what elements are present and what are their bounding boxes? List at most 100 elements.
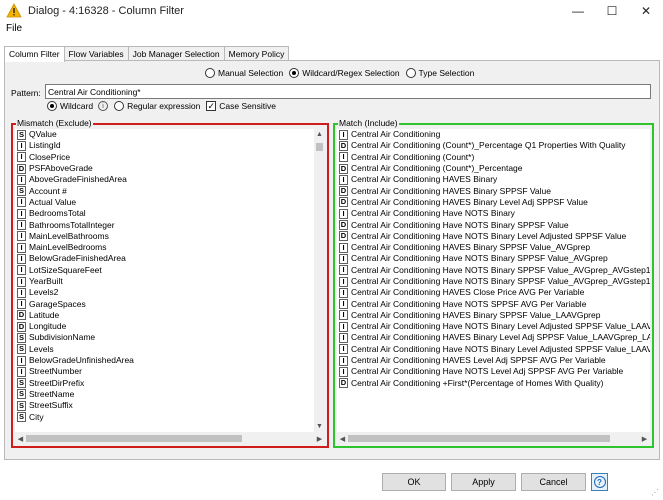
column-type-icon: D xyxy=(17,163,26,174)
exclude-vertical-scrollbar[interactable]: ▲ ▼ xyxy=(314,129,325,432)
list-item[interactable]: I Central Air Conditioning HAVES Close Pr… xyxy=(337,287,650,298)
ok-button[interactable]: OK xyxy=(382,473,446,491)
list-item[interactable]: D Central Air Conditioning Have NOTS Bina… xyxy=(337,231,650,242)
list-item[interactable]: I Central Air Conditioning HAVES Binary S… xyxy=(337,310,650,321)
list-item[interactable]: I MainLevelBathrooms xyxy=(15,231,314,242)
scroll-left-icon[interactable]: ◀ xyxy=(337,433,348,444)
list-item[interactable]: I BelowGradeFinishedArea xyxy=(15,253,314,264)
list-item[interactable]: I Levels2 xyxy=(15,287,314,298)
column-name: StreetNumber xyxy=(29,366,82,377)
manual-selection-radio[interactable]: Manual Selection xyxy=(205,68,283,78)
column-type-icon: I xyxy=(17,231,26,242)
scroll-right-icon[interactable]: ▶ xyxy=(639,433,650,444)
list-item[interactable]: I AboveGradeFinishedArea xyxy=(15,174,314,185)
minimize-button[interactable]: — xyxy=(561,0,595,22)
tab-job-manager-selection[interactable]: Job Manager Selection xyxy=(127,46,225,61)
list-item[interactable]: I Central Air Conditioning HAVES Level Ad… xyxy=(337,355,650,366)
list-item[interactable]: D PSFAboveGrade xyxy=(15,163,314,174)
list-item[interactable]: I GarageSpaces xyxy=(15,298,314,310)
list-item[interactable]: I Central Air Conditioning Have NOTS Bina… xyxy=(337,208,650,219)
list-item[interactable]: I Central Air Conditioning Have NOTS Bina… xyxy=(337,265,650,276)
list-item[interactable]: I Central Air Conditioning Have NOTS Bina… xyxy=(337,321,650,332)
column-type-icon: I xyxy=(17,152,26,163)
list-item[interactable]: S SubdivisionName xyxy=(15,332,314,343)
list-item[interactable]: I Central Air Conditioning Have NOTS SPPS… xyxy=(337,298,650,310)
column-type-icon: S xyxy=(17,129,26,140)
list-item[interactable]: I YearBuilt xyxy=(15,276,314,287)
list-item[interactable]: I Central Air Conditioning HAVES Binary xyxy=(337,174,650,185)
list-item[interactable]: I Actual Value xyxy=(15,197,314,208)
scroll-up-icon[interactable]: ▲ xyxy=(314,129,325,140)
scroll-thumb[interactable] xyxy=(348,435,610,442)
exclude-horizontal-scrollbar[interactable]: ◀ ▶ xyxy=(15,433,325,444)
list-item[interactable]: S City xyxy=(15,411,314,423)
list-item[interactable]: S StreetSuffix xyxy=(15,400,314,411)
column-type-icon: I xyxy=(339,299,348,310)
scroll-left-icon[interactable]: ◀ xyxy=(15,433,26,444)
list-item[interactable]: D Central Air Conditioning HAVES Binary L… xyxy=(337,197,650,208)
apply-button[interactable]: Apply xyxy=(451,473,516,491)
list-item[interactable]: I Central Air Conditioning Have NOTS Bina… xyxy=(337,253,650,264)
scroll-thumb[interactable] xyxy=(26,435,242,442)
list-item[interactable]: I ListingId xyxy=(15,140,314,151)
pattern-input[interactable] xyxy=(45,84,651,99)
wildcard-radio[interactable]: Wildcard i xyxy=(47,101,109,111)
list-item[interactable]: S QValue xyxy=(15,129,314,140)
list-item[interactable]: D Longitude xyxy=(15,321,314,332)
column-type-icon: S xyxy=(17,332,26,343)
list-item[interactable]: I BedroomsTotal xyxy=(15,208,314,219)
close-button[interactable]: ✕ xyxy=(629,0,663,22)
list-item[interactable]: D Latitude xyxy=(15,310,314,321)
info-icon[interactable]: i xyxy=(98,101,109,111)
list-item[interactable]: I Central Air Conditioning Have NOTS Bina… xyxy=(337,344,650,355)
tab-flow-variables[interactable]: Flow Variables xyxy=(63,46,129,61)
maximize-button[interactable]: ☐ xyxy=(595,0,629,22)
scroll-right-icon[interactable]: ▶ xyxy=(314,433,325,444)
list-item[interactable]: I Central Air Conditioning HAVES Binary L… xyxy=(337,332,650,343)
cancel-button[interactable]: Cancel xyxy=(521,473,586,491)
regular-expression-radio[interactable]: Regular expression xyxy=(114,101,200,111)
column-type-icon: S xyxy=(17,344,26,355)
list-item[interactable]: D Central Air Conditioning (Count*)_Perce… xyxy=(337,163,650,174)
type-selection-radio[interactable]: Type Selection xyxy=(405,68,474,78)
column-type-icon: I xyxy=(17,140,26,151)
pattern-options: Wildcard i Regular expression ✓ Case Sen… xyxy=(47,101,276,111)
exclude-list[interactable]: S QValue I ListingId I ClosePrice D PSFAboveGra… xyxy=(15,129,314,432)
list-item[interactable]: I BelowGradeUnfinishedArea xyxy=(15,355,314,366)
column-name: QValue xyxy=(29,129,57,140)
help-button[interactable]: ? xyxy=(591,473,608,491)
case-sensitive-checkbox[interactable]: ✓ Case Sensitive xyxy=(206,101,276,111)
list-item[interactable]: I Central Air Conditioning HAVES Binary S… xyxy=(337,242,650,253)
list-item[interactable]: S StreetName xyxy=(15,389,314,400)
scroll-down-icon[interactable]: ▼ xyxy=(314,421,325,432)
list-item[interactable]: S StreetDirPrefix xyxy=(15,378,314,389)
tab-column-filter[interactable]: Column Filter xyxy=(4,46,65,62)
list-item[interactable]: I StreetNumber xyxy=(15,366,314,377)
list-item[interactable]: I BathroomsTotalInteger xyxy=(15,219,314,231)
list-item[interactable]: I Central Air Conditioning xyxy=(337,129,650,140)
tab-memory-policy[interactable]: Memory Policy xyxy=(223,46,290,61)
list-item[interactable]: I MainLevelBedrooms xyxy=(15,242,314,253)
include-list[interactable]: I Central Air Conditioning D Central Air Co… xyxy=(337,129,650,432)
list-item[interactable]: D Central Air Conditioning Have NOTS Bina… xyxy=(337,219,650,231)
wildcard-regex-selection-radio[interactable]: Wildcard/Regex Selection xyxy=(289,68,400,78)
column-name: Central Air Conditioning xyxy=(351,129,441,140)
menu-file[interactable]: File xyxy=(4,22,24,35)
include-horizontal-scrollbar[interactable]: ◀ ▶ xyxy=(337,433,650,444)
list-item[interactable]: I Central Air Conditioning (Count*) xyxy=(337,152,650,163)
list-item[interactable]: I ClosePrice xyxy=(15,152,314,163)
list-item[interactable]: D Central Air Conditioning HAVES Binary S… xyxy=(337,185,650,197)
list-item[interactable]: I LotSizeSquareFeet xyxy=(15,265,314,276)
scroll-thumb[interactable] xyxy=(316,143,323,151)
column-name: GarageSpaces xyxy=(29,298,86,309)
list-item[interactable]: D Central Air Conditioning +First*(Percen… xyxy=(337,378,650,389)
column-type-icon: D xyxy=(339,163,348,174)
list-item[interactable]: D Central Air Conditioning (Count*)_Perce… xyxy=(337,140,650,151)
checkmark-icon: ✓ xyxy=(206,100,217,111)
list-item[interactable]: S Levels xyxy=(15,344,314,355)
resize-grip-icon[interactable]: ⋰ xyxy=(651,488,661,498)
list-item[interactable]: I Central Air Conditioning Have NOTS Bina… xyxy=(337,276,650,287)
list-item[interactable]: S Account # xyxy=(15,185,314,197)
list-item[interactable]: I Central Air Conditioning Have NOTS Leve… xyxy=(337,366,650,377)
radio-indicator xyxy=(47,101,57,111)
